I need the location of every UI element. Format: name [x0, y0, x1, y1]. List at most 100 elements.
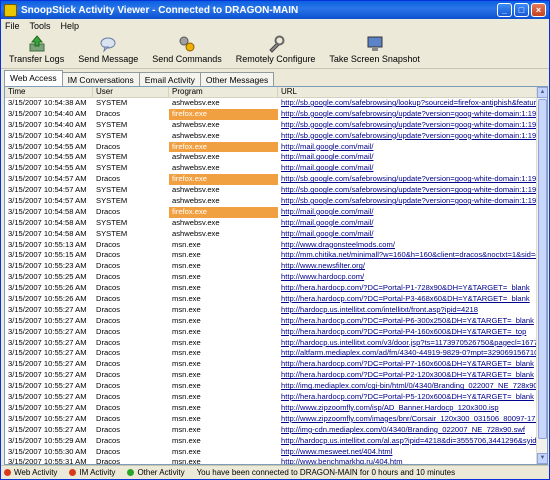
- cell-url[interactable]: http://hardocp.us.intellitxt.com/al.asp?…: [278, 436, 537, 447]
- cell-url[interactable]: http://img.mediaplex.com/cgi-bin/html/0/…: [278, 381, 537, 392]
- cell-url[interactable]: http://www.benchmarkhq.ru/404.htm: [278, 457, 537, 464]
- remotely-configure-button[interactable]: Remotely Configure: [232, 33, 320, 66]
- menu-file[interactable]: File: [5, 21, 20, 31]
- cell-url[interactable]: http://www.zipzoomfly.com/images/bnr/Cor…: [278, 414, 537, 425]
- table-row[interactable]: 3/15/2007 10:55:27 AM Dracos msn.exe http:/…: [5, 381, 537, 392]
- column-header-user[interactable]: User: [93, 87, 169, 97]
- table-row[interactable]: 3/15/2007 10:54:55 AM SYSTEM ashwebsv.exe h…: [5, 163, 537, 174]
- cell-url[interactable]: http://sb.google.com/safebrowsing/update…: [278, 196, 537, 207]
- menu-help[interactable]: Help: [61, 21, 80, 31]
- table-row[interactable]: 3/15/2007 10:54:55 AM Dracos firefox.exe ht…: [5, 141, 537, 153]
- table-row[interactable]: 3/15/2007 10:54:57 AM SYSTEM ashwebsv.exe h…: [5, 196, 537, 207]
- scroll-up-arrow-icon[interactable]: ▲: [537, 87, 547, 98]
- scroll-thumb[interactable]: [538, 99, 547, 439]
- table-row[interactable]: 3/15/2007 10:55:27 AM Dracos msn.exe http:/…: [5, 403, 537, 414]
- cell-url[interactable]: http://mm.chitika.net/minimall?w=160&h=1…: [278, 250, 537, 261]
- table-row[interactable]: 3/15/2007 10:55:29 AM Dracos msn.exe http:/…: [5, 436, 537, 447]
- table-row[interactable]: 3/15/2007 10:55:27 AM Dracos msn.exe http:/…: [5, 348, 537, 359]
- table-row[interactable]: 3/15/2007 10:54:58 AM Dracos firefox.exe ht…: [5, 206, 537, 218]
- table-row[interactable]: 3/15/2007 10:54:38 AM SYSTEM ashwebsv.exe h…: [5, 98, 537, 109]
- cell-url[interactable]: http://hera.hardocp.com/?DC=Portal-P4-16…: [278, 327, 537, 338]
- close-button[interactable]: ×: [531, 3, 546, 17]
- table-row[interactable]: 3/15/2007 10:55:27 AM Dracos msn.exe http:/…: [5, 414, 537, 425]
- cell-url[interactable]: http://mail.google.com/mail/: [278, 218, 537, 229]
- cell-url[interactable]: http://www.dragonsteelmods.com/: [278, 240, 537, 251]
- scroll-down-arrow-icon[interactable]: ▼: [537, 453, 547, 464]
- cell-url[interactable]: http://www.hardocp.com/: [278, 272, 537, 283]
- column-header-time[interactable]: Time: [5, 87, 93, 97]
- cell-time: 3/15/2007 10:55:27 AM: [8, 337, 87, 347]
- cell-program: msn.exe: [172, 250, 201, 260]
- table-row[interactable]: 3/15/2007 10:54:58 AM SYSTEM ashwebsv.exe h…: [5, 229, 537, 240]
- cell-url[interactable]: http://sb.google.com/safebrowsing/update…: [278, 131, 537, 142]
- cell-url[interactable]: http://hera.hardocp.com/?DC=Portal-P2-12…: [278, 370, 537, 381]
- table-row[interactable]: 3/15/2007 10:55:27 AM Dracos msn.exe http:/…: [5, 327, 537, 338]
- table-row[interactable]: 3/15/2007 10:55:27 AM Dracos msn.exe http:/…: [5, 316, 537, 327]
- vertical-scrollbar[interactable]: ▲ ▼: [536, 87, 547, 464]
- table-row[interactable]: 3/15/2007 10:55:26 AM Dracos msn.exe http:/…: [5, 283, 537, 294]
- table-row[interactable]: 3/15/2007 10:54:55 AM SYSTEM ashwebsv.exe h…: [5, 152, 537, 163]
- maximize-button[interactable]: □: [514, 3, 529, 17]
- title-bar[interactable]: SnoopStick Activity Viewer - Connected t…: [1, 1, 549, 19]
- status-web-label: Web Activity: [14, 468, 58, 477]
- cell-url[interactable]: http://hera.hardocp.com/?DC=Portal-P3-46…: [278, 294, 537, 305]
- cell-url[interactable]: http://hardocp.us.intellitxt.com/v3/door…: [278, 338, 537, 349]
- table-row[interactable]: 3/15/2007 10:54:40 AM SYSTEM ashwebsv.exe h…: [5, 131, 537, 142]
- cell-url[interactable]: http://www.newsfilter.org/: [278, 261, 537, 272]
- table-row[interactable]: 3/15/2007 10:55:13 AM Dracos msn.exe http:/…: [5, 240, 537, 251]
- table-row[interactable]: 3/15/2007 10:55:27 AM Dracos msn.exe http:/…: [5, 425, 537, 436]
- connection-status-message: You have been connected to DRAGON-MAIN f…: [196, 468, 456, 477]
- column-header-url[interactable]: URL: [278, 87, 537, 97]
- cell-url[interactable]: http://hera.hardocp.com/?DC=Portal-P7-16…: [278, 359, 537, 370]
- cell-url[interactable]: http://mail.google.com/mail/: [278, 142, 537, 153]
- tab-im-conversations[interactable]: IM Conversations: [61, 72, 140, 86]
- table-row[interactable]: 3/15/2007 10:54:40 AM SYSTEM ashwebsv.exe h…: [5, 120, 537, 131]
- table-row[interactable]: 3/15/2007 10:55:27 AM Dracos msn.exe http:/…: [5, 370, 537, 381]
- take-screen-snapshot-button[interactable]: Take Screen Snapshot: [325, 33, 424, 66]
- cell-url[interactable]: http://www.mesweet.net/404.html: [278, 447, 537, 458]
- send-commands-button[interactable]: Send Commands: [148, 33, 226, 66]
- cell-url[interactable]: http://sb.google.com/safebrowsing/update…: [278, 185, 537, 196]
- tab-web-access[interactable]: Web Access: [4, 70, 63, 86]
- tab-other-messages[interactable]: Other Messages: [199, 72, 275, 86]
- table-row[interactable]: 3/15/2007 10:55:26 AM Dracos msn.exe http:/…: [5, 294, 537, 305]
- column-header-program[interactable]: Program: [169, 87, 278, 97]
- cell-url[interactable]: http://mail.google.com/mail/: [278, 229, 537, 240]
- transfer-logs-button[interactable]: Transfer Logs: [5, 33, 68, 66]
- table-row[interactable]: 3/15/2007 10:55:25 AM Dracos msn.exe http:/…: [5, 272, 537, 283]
- table-row[interactable]: 3/15/2007 10:55:15 AM Dracos msn.exe http:/…: [5, 250, 537, 261]
- cell-url[interactable]: http://hera.hardocp.com/?DC=Portal-P5-12…: [278, 392, 537, 403]
- send-message-button[interactable]: Send Message: [74, 33, 142, 66]
- cell-url[interactable]: http://sb.google.com/safebrowsing/lookup…: [278, 98, 537, 109]
- app-window: SnoopStick Activity Viewer - Connected t…: [0, 0, 550, 480]
- cell-program: msn.exe: [172, 381, 201, 391]
- cell-url[interactable]: http://hardocp.us.intellitxt.com/intelli…: [278, 305, 537, 316]
- cell-url[interactable]: http://sb.google.com/safebrowsing/update…: [278, 120, 537, 131]
- cell-url[interactable]: http://hera.hardocp.com/?DC=Portal-P1-72…: [278, 283, 537, 294]
- table-row[interactable]: 3/15/2007 10:54:40 AM Dracos firefox.exe ht…: [5, 108, 537, 120]
- cell-url[interactable]: http://img-cdn.mediaplex.com/0/4340/Bran…: [278, 425, 537, 436]
- table-row[interactable]: 3/15/2007 10:55:31 AM Dracos msn.exe http:/…: [5, 457, 537, 465]
- tab-email-activity[interactable]: Email Activity: [138, 72, 201, 86]
- cell-url[interactable]: http://mail.google.com/mail/: [278, 207, 537, 218]
- cell-url[interactable]: http://mail.google.com/mail/: [278, 163, 537, 174]
- table-row[interactable]: 3/15/2007 10:54:58 AM SYSTEM ashwebsv.exe h…: [5, 218, 537, 229]
- cell-url[interactable]: http://sb.google.com/safebrowsing/update…: [278, 109, 537, 120]
- table-row[interactable]: 3/15/2007 10:54:57 AM Dracos firefox.exe ht…: [5, 174, 537, 186]
- table-row[interactable]: 3/15/2007 10:55:27 AM Dracos msn.exe http:/…: [5, 359, 537, 370]
- table-row[interactable]: 3/15/2007 10:55:23 AM Dracos msn.exe http:/…: [5, 261, 537, 272]
- table-row[interactable]: 3/15/2007 10:54:57 AM SYSTEM ashwebsv.exe h…: [5, 185, 537, 196]
- table-row[interactable]: 3/15/2007 10:55:27 AM Dracos msn.exe http:/…: [5, 338, 537, 349]
- table-row[interactable]: 3/15/2007 10:55:30 AM Dracos msn.exe http:/…: [5, 447, 537, 458]
- table-row[interactable]: 3/15/2007 10:55:27 AM Dracos msn.exe http:/…: [5, 392, 537, 403]
- menu-tools[interactable]: Tools: [30, 21, 51, 31]
- cell-url[interactable]: http://altfarm.mediaplex.com/ad/fm/4340-…: [278, 348, 537, 359]
- cell-url[interactable]: http://hera.hardocp.com/?DC=Portal-P6-30…: [278, 316, 537, 327]
- cell-url[interactable]: http://sb.google.com/safebrowsing/update…: [278, 174, 537, 185]
- cell-user: Dracos: [96, 457, 121, 465]
- minimize-button[interactable]: _: [497, 3, 512, 17]
- table-row[interactable]: 3/15/2007 10:55:27 AM Dracos msn.exe http:/…: [5, 305, 537, 316]
- cell-url[interactable]: http://mail.google.com/mail/: [278, 152, 537, 163]
- cell-url[interactable]: http://www.zipzoomfly.com/isp/AD_Banner.…: [278, 403, 537, 414]
- cell-user: Dracos: [96, 261, 121, 271]
